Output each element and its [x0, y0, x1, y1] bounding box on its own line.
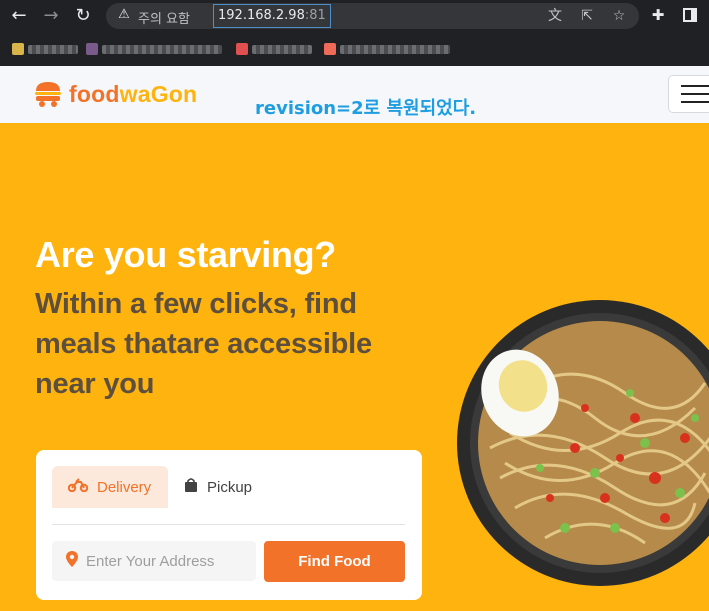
url-port: :81 — [304, 8, 326, 23]
bookmark-favicon — [236, 43, 248, 55]
security-label[interactable]: 주의 요함 — [138, 8, 190, 27]
bookmark-item[interactable] — [12, 42, 78, 56]
tab-delivery[interactable]: Delivery — [52, 466, 168, 508]
burger-logo-icon — [35, 82, 61, 107]
search-card: Delivery Pickup Find Food — [36, 450, 422, 600]
shopping-bag-icon — [184, 477, 198, 497]
browser-chrome: ← → ↻ ⚠ 주의 요함 192.168.2.98:81 文 ⇱ ☆ ✚ — [0, 0, 709, 66]
url-text[interactable]: 192.168.2.98:81 — [213, 4, 331, 28]
find-food-button[interactable]: Find Food — [264, 541, 405, 582]
bookmark-favicon — [12, 43, 24, 55]
warning-icon[interactable]: ⚠ — [116, 7, 132, 23]
address-bar[interactable]: ⚠ 주의 요함 192.168.2.98:81 文 ⇱ ☆ — [106, 3, 639, 29]
translate-icon[interactable]: 文 — [546, 7, 564, 25]
bookmark-favicon — [86, 43, 98, 55]
bookmarks-bar — [0, 32, 709, 66]
tab-pickup[interactable]: Pickup — [184, 466, 284, 508]
reload-icon[interactable]: ↻ — [71, 4, 95, 28]
hero-subtitle: Within a few clicks, find meals thatare … — [35, 288, 372, 400]
bookmark-item[interactable] — [236, 42, 312, 56]
brand-name-food: food — [69, 80, 120, 107]
bookmark-blurred-label — [340, 44, 450, 54]
url-host: 192.168.2.98 — [218, 8, 305, 23]
extensions-icon[interactable]: ✚ — [648, 5, 668, 25]
tab-delivery-label: Delivery — [97, 478, 152, 496]
tab-pickup-label: Pickup — [207, 478, 253, 496]
bookmark-blurred-label — [102, 44, 222, 54]
star-icon[interactable]: ☆ — [610, 7, 628, 25]
hamburger-icon-line — [681, 85, 709, 87]
hamburger-icon-line — [681, 93, 709, 95]
location-pin-icon — [66, 550, 78, 572]
forward-icon[interactable]: → — [39, 4, 63, 28]
web-page: foodwaGon revision=2로 복원되었다. Are you sta… — [0, 66, 709, 611]
address-field[interactable] — [52, 541, 256, 581]
bookmark-item[interactable] — [324, 42, 450, 56]
revision-note: revision=2로 복원되었다. — [255, 98, 477, 119]
bookmark-favicon — [324, 43, 336, 55]
back-icon[interactable]: ← — [7, 4, 31, 28]
share-icon[interactable]: ⇱ — [578, 7, 596, 25]
bookmark-blurred-label — [252, 44, 312, 54]
site-header: foodwaGon revision=2로 복원되었다. — [0, 66, 709, 123]
hamburger-menu-button[interactable] — [668, 75, 709, 113]
site-logo[interactable]: foodwaGon — [33, 79, 197, 109]
motorcycle-icon — [67, 478, 89, 496]
browser-toolbar: ← → ↻ ⚠ 주의 요함 192.168.2.98:81 文 ⇱ ☆ ✚ — [0, 0, 709, 32]
brand-name-wagon: waGon — [119, 80, 198, 107]
bookmark-blurred-label — [28, 44, 78, 54]
address-input[interactable] — [86, 552, 246, 570]
hamburger-icon-line — [681, 101, 709, 103]
hero-title: Are you starving? — [35, 234, 336, 275]
sidepanel-icon[interactable] — [680, 5, 700, 25]
noodle-bowl-image — [457, 300, 709, 586]
bookmark-item[interactable] — [86, 42, 222, 56]
card-divider — [52, 524, 405, 525]
